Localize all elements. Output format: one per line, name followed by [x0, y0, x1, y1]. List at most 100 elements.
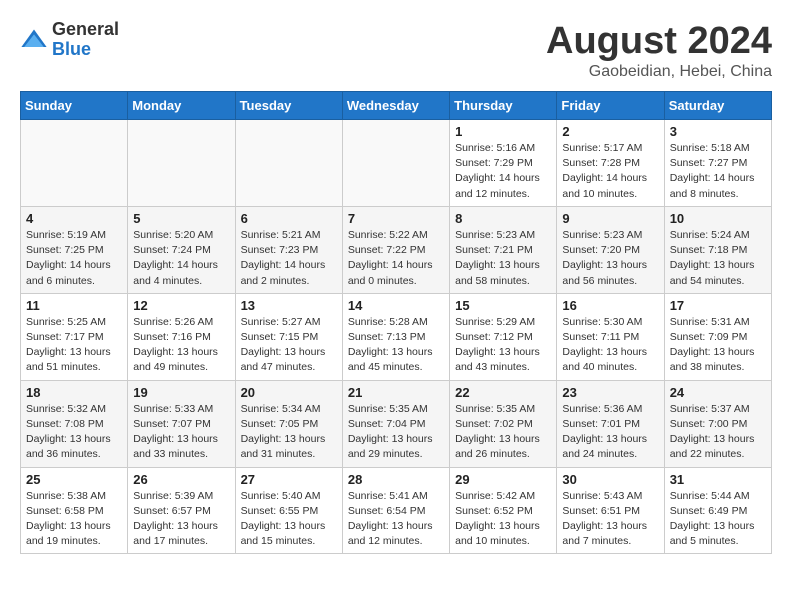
day-number: 27 [241, 472, 337, 487]
calendar-cell: 9 Sunrise: 5:23 AMSunset: 7:20 PMDaylight… [557, 206, 664, 293]
calendar-cell: 27 Sunrise: 5:40 AMSunset: 6:55 PMDayligh… [235, 467, 342, 554]
day-info: Sunrise: 5:30 AMSunset: 7:11 PMDaylight:… [562, 315, 658, 376]
logo-general-text: General [52, 20, 119, 40]
calendar-cell: 6 Sunrise: 5:21 AMSunset: 7:23 PMDaylight… [235, 206, 342, 293]
day-info: Sunrise: 5:20 AMSunset: 7:24 PMDaylight:… [133, 228, 229, 289]
day-number: 6 [241, 211, 337, 226]
day-number: 1 [455, 124, 551, 139]
location-title: Gaobeidian, Hebei, China [546, 63, 772, 81]
calendar-cell: 29 Sunrise: 5:42 AMSunset: 6:52 PMDayligh… [450, 467, 557, 554]
calendar-cell: 18 Sunrise: 5:32 AMSunset: 7:08 PMDayligh… [21, 380, 128, 467]
day-number: 18 [26, 385, 122, 400]
day-info: Sunrise: 5:18 AMSunset: 7:27 PMDaylight:… [670, 141, 766, 202]
day-number: 2 [562, 124, 658, 139]
calendar-cell: 20Sunrise: 5:34 AMSunset: 7:05 PMDayligh… [235, 380, 342, 467]
calendar-cell: 17Sunrise: 5:31 AMSunset: 7:09 PMDayligh… [664, 293, 771, 380]
calendar-cell: 10 Sunrise: 5:24 AMSunset: 7:18 PMDayligh… [664, 206, 771, 293]
calendar-cell: 22Sunrise: 5:35 AMSunset: 7:02 PMDayligh… [450, 380, 557, 467]
calendar-cell: 12 Sunrise: 5:26 AMSunset: 7:16 PMDayligh… [128, 293, 235, 380]
day-info: Sunrise: 5:16 AMSunset: 7:29 PMDaylight:… [455, 141, 551, 202]
weekday-header-sunday: Sunday [21, 92, 128, 120]
calendar-cell: 7 Sunrise: 5:22 AMSunset: 7:22 PMDaylight… [342, 206, 449, 293]
day-info: Sunrise: 5:42 AMSunset: 6:52 PMDaylight:… [455, 489, 551, 550]
day-number: 11 [26, 298, 122, 313]
day-number: 5 [133, 211, 229, 226]
day-number: 12 [133, 298, 229, 313]
calendar-table: SundayMondayTuesdayWednesdayThursdayFrid… [20, 91, 772, 554]
calendar-cell: 4 Sunrise: 5:19 AMSunset: 7:25 PMDaylight… [21, 206, 128, 293]
day-number: 8 [455, 211, 551, 226]
day-info: Sunrise: 5:35 AMSunset: 7:02 PMDaylight:… [455, 402, 551, 463]
day-info: Sunrise: 5:33 AMSunset: 7:07 PMDaylight:… [133, 402, 229, 463]
calendar-cell: 13 Sunrise: 5:27 AMSunset: 7:15 PMDayligh… [235, 293, 342, 380]
day-info: Sunrise: 5:19 AMSunset: 7:25 PMDaylight:… [26, 228, 122, 289]
calendar-cell: 23Sunrise: 5:36 AMSunset: 7:01 PMDayligh… [557, 380, 664, 467]
day-number: 7 [348, 211, 444, 226]
day-number: 29 [455, 472, 551, 487]
title-area: August 2024 Gaobeidian, Hebei, China [546, 20, 772, 81]
weekday-header-row: SundayMondayTuesdayWednesdayThursdayFrid… [21, 92, 772, 120]
calendar-cell: 30Sunrise: 5:43 AMSunset: 6:51 PMDayligh… [557, 467, 664, 554]
calendar-cell: 25 Sunrise: 5:38 AMSunset: 6:58 PMDayligh… [21, 467, 128, 554]
weekday-header-wednesday: Wednesday [342, 92, 449, 120]
day-info: Sunrise: 5:28 AMSunset: 7:13 PMDaylight:… [348, 315, 444, 376]
day-info: Sunrise: 5:36 AMSunset: 7:01 PMDaylight:… [562, 402, 658, 463]
day-info: Sunrise: 5:39 AMSunset: 6:57 PMDaylight:… [133, 489, 229, 550]
day-info: Sunrise: 5:43 AMSunset: 6:51 PMDaylight:… [562, 489, 658, 550]
calendar-cell: 19 Sunrise: 5:33 AMSunset: 7:07 PMDayligh… [128, 380, 235, 467]
calendar-cell: 24 Sunrise: 5:37 AMSunset: 7:00 PMDayligh… [664, 380, 771, 467]
day-info: Sunrise: 5:25 AMSunset: 7:17 PMDaylight:… [26, 315, 122, 376]
weekday-header-friday: Friday [557, 92, 664, 120]
month-title: August 2024 [546, 20, 772, 63]
day-number: 4 [26, 211, 122, 226]
day-info: Sunrise: 5:44 AMSunset: 6:49 PMDaylight:… [670, 489, 766, 550]
weekday-header-monday: Monday [128, 92, 235, 120]
day-info: Sunrise: 5:23 AMSunset: 7:21 PMDaylight:… [455, 228, 551, 289]
day-info: Sunrise: 5:41 AMSunset: 6:54 PMDaylight:… [348, 489, 444, 550]
day-info: Sunrise: 5:27 AMSunset: 7:15 PMDaylight:… [241, 315, 337, 376]
calendar-week-row: 1 Sunrise: 5:16 AMSunset: 7:29 PMDaylight… [21, 120, 772, 207]
calendar-cell: 5 Sunrise: 5:20 AMSunset: 7:24 PMDaylight… [128, 206, 235, 293]
day-number: 20 [241, 385, 337, 400]
logo-blue-text: Blue [52, 40, 119, 60]
calendar-week-row: 25 Sunrise: 5:38 AMSunset: 6:58 PMDayligh… [21, 467, 772, 554]
day-info: Sunrise: 5:29 AMSunset: 7:12 PMDaylight:… [455, 315, 551, 376]
calendar-cell: 3Sunrise: 5:18 AMSunset: 7:27 PMDaylight… [664, 120, 771, 207]
calendar-week-row: 4 Sunrise: 5:19 AMSunset: 7:25 PMDaylight… [21, 206, 772, 293]
calendar-cell [21, 120, 128, 207]
day-info: Sunrise: 5:26 AMSunset: 7:16 PMDaylight:… [133, 315, 229, 376]
day-number: 19 [133, 385, 229, 400]
header: General Blue August 2024 Gaobeidian, Heb… [20, 20, 772, 81]
day-number: 26 [133, 472, 229, 487]
weekday-header-thursday: Thursday [450, 92, 557, 120]
day-info: Sunrise: 5:23 AMSunset: 7:20 PMDaylight:… [562, 228, 658, 289]
calendar-cell: 15Sunrise: 5:29 AMSunset: 7:12 PMDayligh… [450, 293, 557, 380]
weekday-header-saturday: Saturday [664, 92, 771, 120]
calendar-cell [342, 120, 449, 207]
calendar-week-row: 18 Sunrise: 5:32 AMSunset: 7:08 PMDayligh… [21, 380, 772, 467]
day-number: 16 [562, 298, 658, 313]
day-number: 13 [241, 298, 337, 313]
calendar-cell: 16 Sunrise: 5:30 AMSunset: 7:11 PMDayligh… [557, 293, 664, 380]
calendar-cell: 31Sunrise: 5:44 AMSunset: 6:49 PMDayligh… [664, 467, 771, 554]
day-number: 10 [670, 211, 766, 226]
day-number: 17 [670, 298, 766, 313]
day-number: 28 [348, 472, 444, 487]
day-info: Sunrise: 5:21 AMSunset: 7:23 PMDaylight:… [241, 228, 337, 289]
day-number: 9 [562, 211, 658, 226]
day-number: 24 [670, 385, 766, 400]
day-info: Sunrise: 5:37 AMSunset: 7:00 PMDaylight:… [670, 402, 766, 463]
calendar-cell: 26 Sunrise: 5:39 AMSunset: 6:57 PMDayligh… [128, 467, 235, 554]
day-info: Sunrise: 5:32 AMSunset: 7:08 PMDaylight:… [26, 402, 122, 463]
day-info: Sunrise: 5:17 AMSunset: 7:28 PMDaylight:… [562, 141, 658, 202]
calendar-cell: 1 Sunrise: 5:16 AMSunset: 7:29 PMDaylight… [450, 120, 557, 207]
day-number: 25 [26, 472, 122, 487]
day-info: Sunrise: 5:40 AMSunset: 6:55 PMDaylight:… [241, 489, 337, 550]
day-number: 21 [348, 385, 444, 400]
calendar-week-row: 11 Sunrise: 5:25 AMSunset: 7:17 PMDayligh… [21, 293, 772, 380]
calendar-cell: 14Sunrise: 5:28 AMSunset: 7:13 PMDayligh… [342, 293, 449, 380]
calendar-cell: 8 Sunrise: 5:23 AMSunset: 7:21 PMDaylight… [450, 206, 557, 293]
day-info: Sunrise: 5:24 AMSunset: 7:18 PMDaylight:… [670, 228, 766, 289]
day-info: Sunrise: 5:38 AMSunset: 6:58 PMDaylight:… [26, 489, 122, 550]
day-info: Sunrise: 5:22 AMSunset: 7:22 PMDaylight:… [348, 228, 444, 289]
